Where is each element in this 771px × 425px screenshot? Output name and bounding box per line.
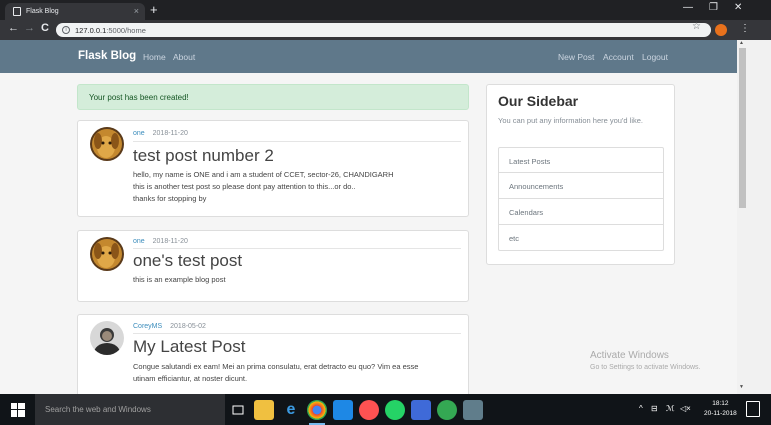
nav-home-link[interactable]: Home bbox=[143, 52, 166, 62]
clock-date: 20-11-2018 bbox=[704, 410, 737, 417]
post-author-link[interactable]: one bbox=[133, 130, 145, 137]
sidebar-item-announcements[interactable]: Announcements bbox=[498, 173, 664, 199]
action-center-icon[interactable] bbox=[746, 401, 760, 417]
post-card: CoreyMS 2018-05-02 My Latest Post Congue… bbox=[77, 314, 469, 394]
sidebar-title: Our Sidebar bbox=[498, 93, 579, 109]
page-icon bbox=[13, 7, 21, 16]
sidebar-item-calendars[interactable]: Calendars bbox=[498, 199, 664, 225]
task-view-icon[interactable] bbox=[228, 400, 248, 420]
avatar bbox=[90, 321, 124, 355]
scroll-down-arrow-icon[interactable]: ▼ bbox=[739, 384, 744, 390]
app-icon[interactable] bbox=[411, 400, 431, 420]
sidebar-item-latest-posts[interactable]: Latest Posts bbox=[498, 147, 664, 173]
post-content: Congue salutandi ex eam! Mei an prima co… bbox=[133, 361, 463, 385]
nav-new-post-link[interactable]: New Post bbox=[558, 52, 594, 62]
app-icon[interactable] bbox=[333, 400, 353, 420]
post-line: thanks for stopping by bbox=[133, 194, 207, 203]
post-line: utinam efficiantur, at noster dicunt. bbox=[133, 374, 248, 383]
post-card: one 2018-11-20 test post number 2 hello,… bbox=[77, 120, 469, 217]
reload-button[interactable]: C bbox=[41, 22, 49, 34]
brand-link[interactable]: Flask Blog bbox=[78, 50, 136, 62]
site-navbar: Flask Blog Home About New Post Account L… bbox=[0, 40, 737, 73]
post-line: hello, my name is ONE and i am a student… bbox=[133, 170, 394, 179]
browser-toolbar: ← → C i 127.0.0.1:5000/home ☆ ⋮ bbox=[0, 20, 771, 40]
extension-icon[interactable] bbox=[715, 24, 727, 36]
app-icon[interactable] bbox=[437, 400, 457, 420]
post-title-link[interactable]: test post number 2 bbox=[133, 146, 274, 166]
sidebar: Our Sidebar You can put any information … bbox=[486, 84, 675, 265]
network-icon[interactable]: ⊟ bbox=[651, 404, 658, 413]
taskbar-clock[interactable]: 18:12 20-11-2018 bbox=[704, 399, 737, 419]
tab-close-icon[interactable]: × bbox=[134, 6, 139, 16]
address-bar[interactable]: i 127.0.0.1:5000/home bbox=[56, 23, 711, 37]
new-tab-button[interactable]: + bbox=[150, 2, 158, 17]
post-content: hello, my name is ONE and i am a student… bbox=[133, 169, 463, 205]
divider bbox=[133, 333, 461, 334]
browser-menu-icon[interactable]: ⋮ bbox=[740, 23, 750, 34]
avatar bbox=[90, 237, 124, 271]
post-line: this is an example blog post bbox=[133, 275, 226, 284]
post-title-link[interactable]: My Latest Post bbox=[133, 337, 245, 357]
file-explorer-icon[interactable] bbox=[254, 400, 274, 420]
post-card: one 2018-11-20 one's test post this is a… bbox=[77, 230, 469, 302]
divider bbox=[133, 248, 461, 249]
maximize-button[interactable]: ❐ bbox=[709, 2, 718, 13]
scrollbar-thumb[interactable] bbox=[739, 48, 746, 208]
post-content: this is an example blog post bbox=[133, 274, 463, 286]
clock-time: 18:12 bbox=[712, 400, 729, 407]
sidebar-list: Latest Posts Announcements Calendars etc bbox=[498, 147, 664, 251]
post-line: this is another test post so please dont… bbox=[133, 182, 356, 191]
minimize-button[interactable]: — bbox=[683, 2, 693, 13]
taskbar-search-input[interactable]: Search the web and Windows bbox=[35, 394, 225, 425]
post-author-link[interactable]: CoreyMS bbox=[133, 323, 162, 330]
windows-taskbar: Search the web and Windows e ^ ⊟ ℳ ◁× 18… bbox=[0, 394, 771, 425]
edge-browser-icon[interactable]: e bbox=[281, 400, 301, 420]
divider bbox=[133, 141, 461, 142]
back-button[interactable]: ← bbox=[8, 22, 19, 34]
tray-chevron-icon[interactable]: ^ bbox=[639, 404, 643, 413]
activate-windows-watermark: Activate Windows bbox=[590, 350, 669, 361]
app-icon[interactable] bbox=[463, 400, 483, 420]
browser-tab-strip: Flask Blog × + — ❐ ✕ bbox=[0, 0, 771, 20]
browser-tab[interactable]: Flask Blog × bbox=[5, 3, 145, 20]
whatsapp-icon[interactable] bbox=[385, 400, 405, 420]
cortana-icon[interactable]: ℳ bbox=[666, 404, 675, 413]
tab-title: Flask Blog bbox=[26, 8, 59, 15]
scroll-up-arrow-icon[interactable]: ▲ bbox=[739, 40, 744, 46]
post-meta: CoreyMS 2018-05-02 bbox=[133, 323, 206, 330]
post-meta: one 2018-11-20 bbox=[133, 130, 188, 137]
post-date: 2018-11-20 bbox=[152, 130, 188, 137]
url-path: :5000/home bbox=[106, 25, 146, 35]
activate-windows-hint: Go to Settings to activate Windows. bbox=[590, 364, 701, 371]
chrome-icon[interactable] bbox=[307, 400, 327, 425]
nav-logout-link[interactable]: Logout bbox=[642, 52, 668, 62]
flash-alert: Your post has been created! bbox=[77, 84, 469, 110]
post-meta: one 2018-11-20 bbox=[133, 238, 188, 245]
post-title-link[interactable]: one's test post bbox=[133, 251, 242, 271]
windows-start-icon[interactable] bbox=[11, 403, 25, 417]
forward-button[interactable]: → bbox=[24, 22, 35, 34]
close-window-button[interactable]: ✕ bbox=[734, 2, 742, 13]
url-host: 127.0.0.1 bbox=[75, 25, 107, 35]
post-line: Congue salutandi ex eam! Mei an prima co… bbox=[133, 362, 419, 371]
page-viewport: Flask Blog Home About New Post Account L… bbox=[0, 40, 737, 394]
nav-about-link[interactable]: About bbox=[173, 52, 195, 62]
avatar bbox=[90, 127, 124, 161]
sidebar-text: You can put any information here you'd l… bbox=[498, 116, 643, 125]
post-author-link[interactable]: one bbox=[133, 238, 145, 245]
page-scrollbar[interactable]: ▲ ▼ bbox=[737, 40, 771, 394]
app-icon[interactable] bbox=[359, 400, 379, 420]
post-date: 2018-05-02 bbox=[170, 323, 206, 330]
post-date: 2018-11-20 bbox=[152, 238, 188, 245]
volume-icon[interactable]: ◁× bbox=[680, 404, 691, 413]
info-icon[interactable]: i bbox=[62, 26, 70, 34]
nav-account-link[interactable]: Account bbox=[603, 52, 634, 62]
sidebar-item-etc[interactable]: etc bbox=[498, 225, 664, 251]
bookmark-star-icon[interactable]: ☆ bbox=[692, 21, 701, 32]
